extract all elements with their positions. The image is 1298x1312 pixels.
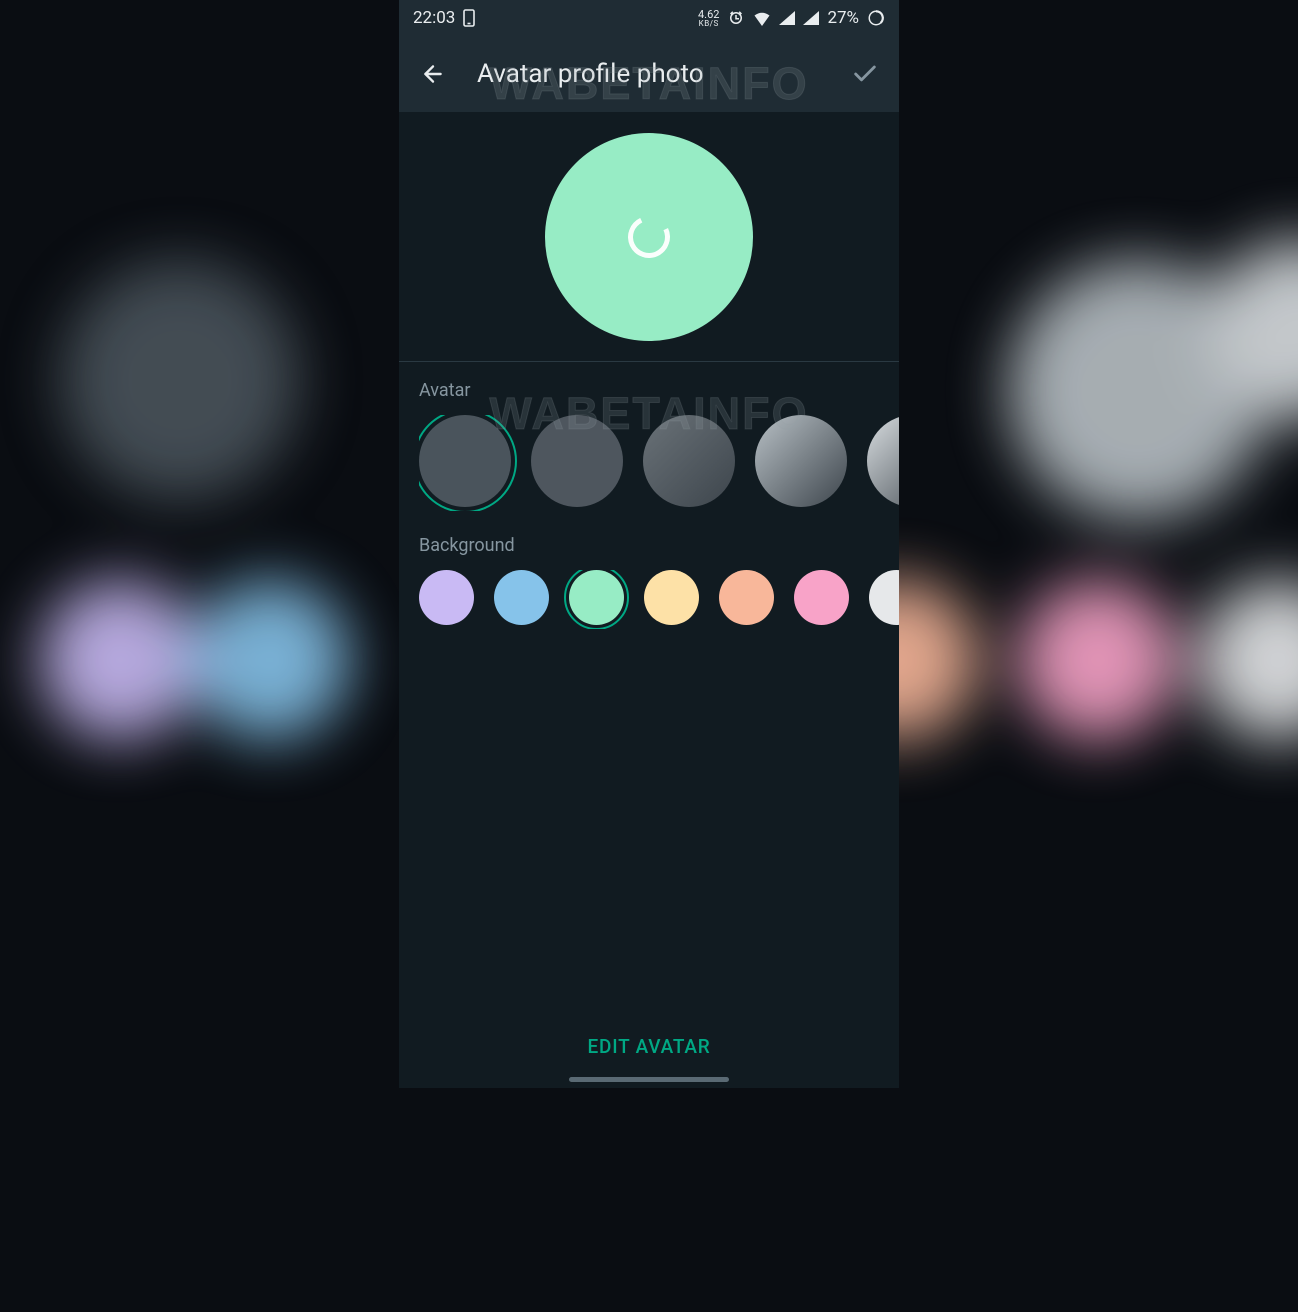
- background-option[interactable]: [419, 570, 474, 625]
- confirm-button[interactable]: [841, 50, 889, 98]
- background-option[interactable]: [494, 570, 549, 625]
- background-option[interactable]: [794, 570, 849, 625]
- avatar-option[interactable]: [643, 415, 735, 507]
- status-time: 22:03: [413, 8, 455, 28]
- network-speed: 4.62 KB/S: [698, 9, 719, 28]
- background-option[interactable]: [644, 570, 699, 625]
- status-bar: 22:03 4.62 KB/S 27%: [399, 0, 899, 36]
- avatar-section-label: Avatar: [419, 380, 899, 401]
- background-section: Background: [399, 517, 899, 635]
- nav-pill[interactable]: [569, 1077, 729, 1082]
- avatar-option[interactable]: [531, 415, 623, 507]
- app-bar: Avatar profile photo: [399, 36, 899, 112]
- battery-icon: [867, 9, 885, 27]
- avatar-options-row[interactable]: [419, 415, 899, 511]
- avatar-preview-circle: [545, 133, 753, 341]
- alarm-icon: [727, 9, 745, 27]
- wifi-icon: [753, 11, 771, 26]
- phone-icon: [463, 9, 475, 27]
- background-option[interactable]: [719, 570, 774, 625]
- signal-icon-2: [803, 11, 819, 25]
- edit-avatar-button[interactable]: EDIT AVATAR: [588, 1035, 711, 1058]
- avatar-option[interactable]: [867, 415, 899, 507]
- background-option[interactable]: [569, 570, 624, 625]
- avatar-option[interactable]: [755, 415, 847, 507]
- loading-spinner-icon: [622, 210, 676, 264]
- back-button[interactable]: [409, 50, 457, 98]
- battery-percent: 27%: [827, 8, 859, 28]
- avatar-preview-area: [399, 112, 899, 362]
- signal-icon-1: [779, 11, 795, 25]
- avatar-option[interactable]: [419, 415, 511, 507]
- avatar-section: Avatar: [399, 362, 899, 517]
- background-option[interactable]: [869, 570, 899, 625]
- page-title: Avatar profile photo: [477, 59, 821, 89]
- phone-frame: 22:03 4.62 KB/S 27%: [399, 0, 899, 1088]
- background-section-label: Background: [419, 535, 899, 556]
- background-options-row[interactable]: [419, 570, 899, 629]
